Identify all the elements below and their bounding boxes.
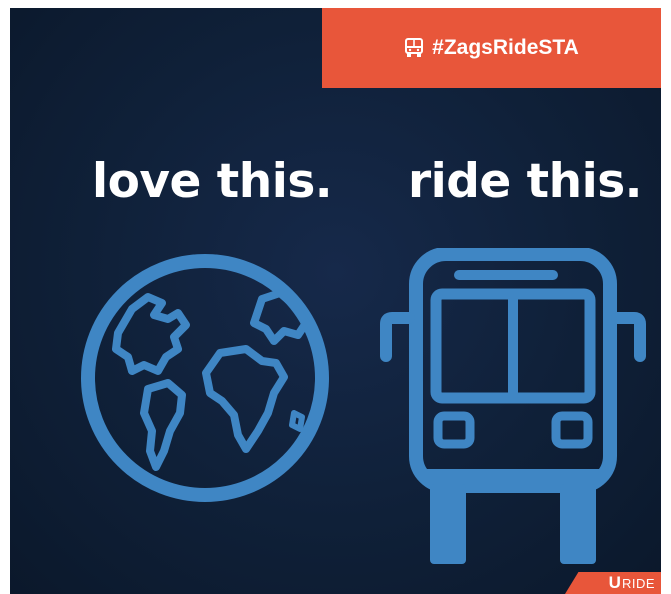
hashtag-text: #ZagsRideSTA bbox=[432, 36, 579, 59]
logo-word: RIDE bbox=[621, 575, 655, 591]
hashtag-banner: #ZagsRideSTA bbox=[322, 8, 661, 88]
headline-love-this: love this. bbox=[92, 154, 333, 209]
bus-icon bbox=[405, 38, 424, 57]
bus-front-icon bbox=[380, 248, 646, 564]
headline-ride-this: ride this. bbox=[408, 154, 643, 209]
poster-panel: #ZagsRideSTA love this. ride this. U RID… bbox=[10, 8, 661, 594]
uride-logo: U RIDE bbox=[565, 572, 661, 594]
canvas: #ZagsRideSTA love this. ride this. U RID… bbox=[0, 0, 671, 594]
globe-icon bbox=[81, 254, 329, 502]
logo-letter: U bbox=[608, 573, 621, 592]
